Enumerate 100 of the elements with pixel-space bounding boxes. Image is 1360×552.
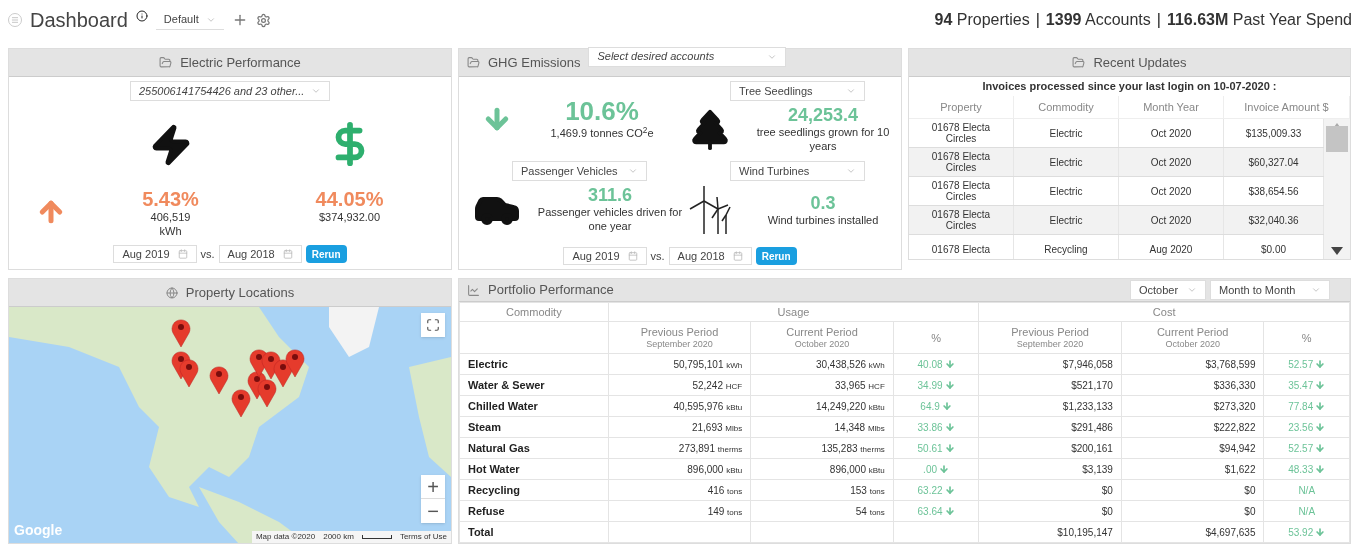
cost-percent: 44.05% bbox=[315, 187, 384, 211]
table-cell: 33,965 HCF bbox=[834, 379, 885, 391]
arrow-down-icon bbox=[944, 485, 955, 496]
arrow-down-icon bbox=[1315, 380, 1326, 391]
arrow-down-icon bbox=[944, 443, 955, 454]
scroll-down-icon[interactable] bbox=[1331, 247, 1343, 255]
table-cell: 273,891 therms bbox=[678, 442, 743, 454]
percent-change: 40.08 bbox=[917, 356, 955, 372]
table-cell: $10,195,147 bbox=[978, 521, 1122, 543]
table-cell: 01678 Electa Circles bbox=[909, 148, 1014, 176]
table-cell: 21,693 Mlbs bbox=[691, 421, 743, 433]
table-cell: $222,822 bbox=[1121, 416, 1264, 438]
date-field[interactable]: Aug 2018 bbox=[218, 245, 302, 263]
equivalent-select[interactable]: Passenger Vehicles bbox=[512, 161, 647, 181]
scroll-thumb[interactable] bbox=[1326, 126, 1348, 152]
table-cell: $0 bbox=[978, 500, 1122, 522]
percent-change: 23.56 bbox=[1288, 419, 1326, 435]
summary-stat: 116.63M Past Year Spend bbox=[1166, 10, 1352, 30]
table-caption: Invoices processed since your last login on 10-07-2020 : bbox=[981, 79, 1278, 94]
percent-change: 33.86 bbox=[917, 419, 955, 435]
table-cell: Oct 2020 bbox=[1119, 119, 1224, 147]
table-cell: $273,320 bbox=[1121, 395, 1264, 417]
table-cell: $291,486 bbox=[978, 416, 1122, 438]
arrow-down-icon bbox=[944, 380, 955, 391]
commodity-name: Natural Gas bbox=[459, 437, 609, 459]
caret-icon bbox=[1311, 285, 1321, 295]
terms-link[interactable]: Terms of Use bbox=[399, 531, 447, 543]
folder-icon bbox=[159, 56, 173, 69]
table-cell: 135,283 therms bbox=[821, 442, 885, 454]
date-field[interactable]: Aug 2019 bbox=[563, 247, 647, 265]
date-field[interactable]: Aug 2018 bbox=[668, 247, 752, 265]
emissions-percent: 10.6% bbox=[565, 96, 639, 125]
equivalent-select[interactable]: Wind Turbines bbox=[730, 161, 865, 181]
map-pin-icon bbox=[209, 366, 229, 395]
caret-icon bbox=[846, 166, 856, 176]
caret-icon bbox=[311, 86, 321, 96]
emissions-tonnes: 1,469.9 tonnes CO$^{2}$e bbox=[550, 124, 654, 141]
vs-label: vs. bbox=[650, 248, 665, 264]
percent-change: 52.57 bbox=[1288, 356, 1326, 372]
month-select[interactable]: October bbox=[1130, 280, 1206, 300]
fullscreen-icon bbox=[426, 318, 440, 332]
summary-stat: 1399 Accounts bbox=[1045, 10, 1151, 30]
map-pin-icon bbox=[179, 359, 199, 388]
panel-title: GHG Emissions bbox=[488, 53, 581, 72]
panel-title: Property Locations bbox=[185, 283, 295, 302]
commodity-name: Steam bbox=[459, 416, 609, 438]
table-cell: Oct 2020 bbox=[1119, 177, 1224, 205]
scrollbar[interactable] bbox=[1324, 119, 1350, 259]
percent-change: N/A bbox=[1298, 504, 1316, 519]
table-cell: $1,622 bbox=[1121, 458, 1264, 480]
globe-icon bbox=[165, 286, 178, 299]
panel-title: Portfolio Performance bbox=[488, 281, 614, 300]
table-cell: 30,438,526 kWh bbox=[815, 358, 885, 370]
arrow-down-icon bbox=[1315, 359, 1326, 370]
arrow-down-icon bbox=[1315, 527, 1326, 538]
table-cell: $1,233,133 bbox=[978, 395, 1122, 417]
equivalent-select[interactable]: Tree Seedlings bbox=[730, 81, 865, 101]
vs-label: vs. bbox=[200, 246, 215, 262]
equivalent-text: tree seedlings grown for 10 years bbox=[755, 125, 891, 153]
map-pin-icon bbox=[231, 389, 251, 418]
table-cell: $336,330 bbox=[1121, 374, 1264, 396]
table-cell: $3,768,599 bbox=[1121, 353, 1264, 375]
zoom-in-button[interactable]: + bbox=[421, 475, 445, 499]
line-chart-icon bbox=[467, 283, 480, 297]
table-cell: 40,595,976 kBtu bbox=[673, 400, 743, 412]
table-cell: 149 tons bbox=[707, 505, 743, 517]
percent-change: 52.57 bbox=[1288, 440, 1326, 456]
separator: | bbox=[1156, 10, 1161, 30]
map-scale: 2000 km bbox=[323, 531, 354, 543]
panel-title: Recent Updates bbox=[1093, 53, 1187, 72]
table-cell: 52,242 HCF bbox=[692, 379, 743, 391]
column-header: Previous Period September 2020 bbox=[608, 321, 751, 354]
commodity-name: Refuse bbox=[459, 500, 609, 522]
mode-select[interactable]: Month to Month bbox=[1210, 280, 1330, 300]
table-cell: Aug 2020 bbox=[1119, 235, 1224, 259]
commodity-name: Water & Sewer bbox=[459, 374, 609, 396]
equivalent-value: 24,253.4 bbox=[787, 105, 859, 125]
accounts-select[interactable]: Select desired accounts bbox=[588, 46, 787, 67]
calendar-icon bbox=[627, 251, 638, 261]
percent-change: 77.84 bbox=[1288, 398, 1326, 414]
column-group-header: Usage bbox=[608, 302, 979, 322]
calendar-icon bbox=[282, 249, 293, 259]
table-cell: 01678 Electa Circles bbox=[909, 119, 1014, 147]
commodity-name: Chilled Water bbox=[459, 395, 609, 417]
usage-percent: 5.43% bbox=[142, 187, 199, 211]
summary-stat: 94 Properties bbox=[934, 10, 1030, 30]
info-icon[interactable] bbox=[135, 10, 148, 22]
settings-icon[interactable] bbox=[255, 12, 271, 28]
table-cell: $94,942 bbox=[1121, 437, 1264, 459]
fullscreen-button[interactable] bbox=[421, 313, 445, 337]
arrow-down-icon bbox=[944, 359, 955, 370]
table-cell: Electric bbox=[1014, 148, 1119, 176]
accounts-select[interactable]: 255006141754426 and 23 other... bbox=[130, 81, 330, 101]
table-cell: $7,946,058 bbox=[978, 353, 1122, 375]
table-cell: Electric bbox=[1014, 177, 1119, 205]
date-field[interactable]: Aug 2019 bbox=[113, 245, 197, 263]
map-pin-icon bbox=[171, 319, 191, 348]
arrow-down-icon bbox=[944, 506, 955, 517]
zoom-out-button[interactable]: − bbox=[421, 499, 445, 523]
percent-change: 50.61 bbox=[917, 440, 955, 456]
